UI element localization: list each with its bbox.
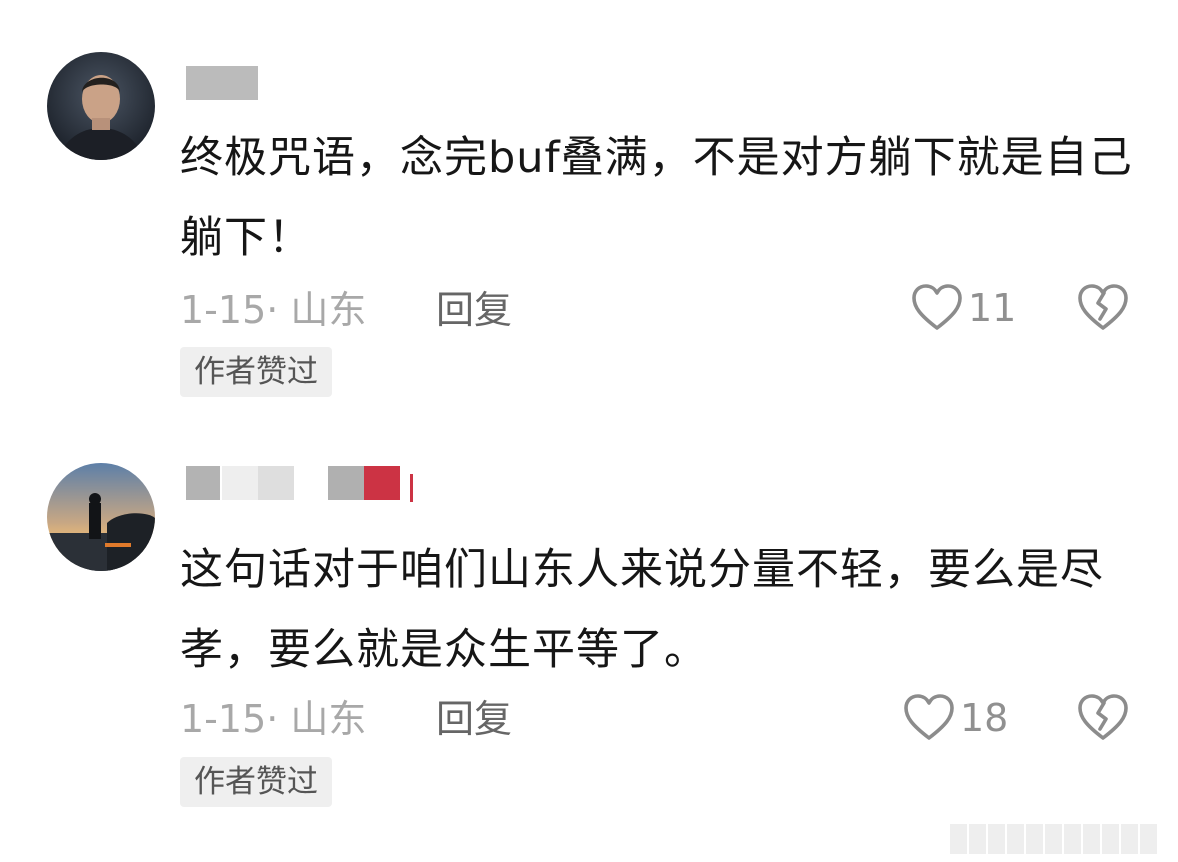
heart-outline-icon [902, 693, 956, 743]
reply-button[interactable]: 回复 [436, 694, 512, 744]
dislike-button[interactable] [1076, 693, 1130, 747]
comment-item: 这句话对于咱们山东人来说分量不轻，要么是尽孝，要么就是众生平等了。 1-15· … [0, 0, 1178, 862]
like-count: 18 [960, 696, 1009, 740]
watermark [950, 824, 1157, 854]
avatar[interactable] [47, 463, 155, 571]
like-button[interactable]: 18 [902, 691, 1008, 745]
author-liked-badge: 作者赞过 [180, 757, 332, 807]
broken-heart-icon [1076, 694, 1130, 747]
comment-date-location: 1-15· 山东 [180, 697, 367, 741]
comment-text: 这句话对于咱们山东人来说分量不轻，要么是尽孝，要么就是众生平等了。 [180, 545, 1104, 675]
username[interactable] [186, 466, 416, 502]
